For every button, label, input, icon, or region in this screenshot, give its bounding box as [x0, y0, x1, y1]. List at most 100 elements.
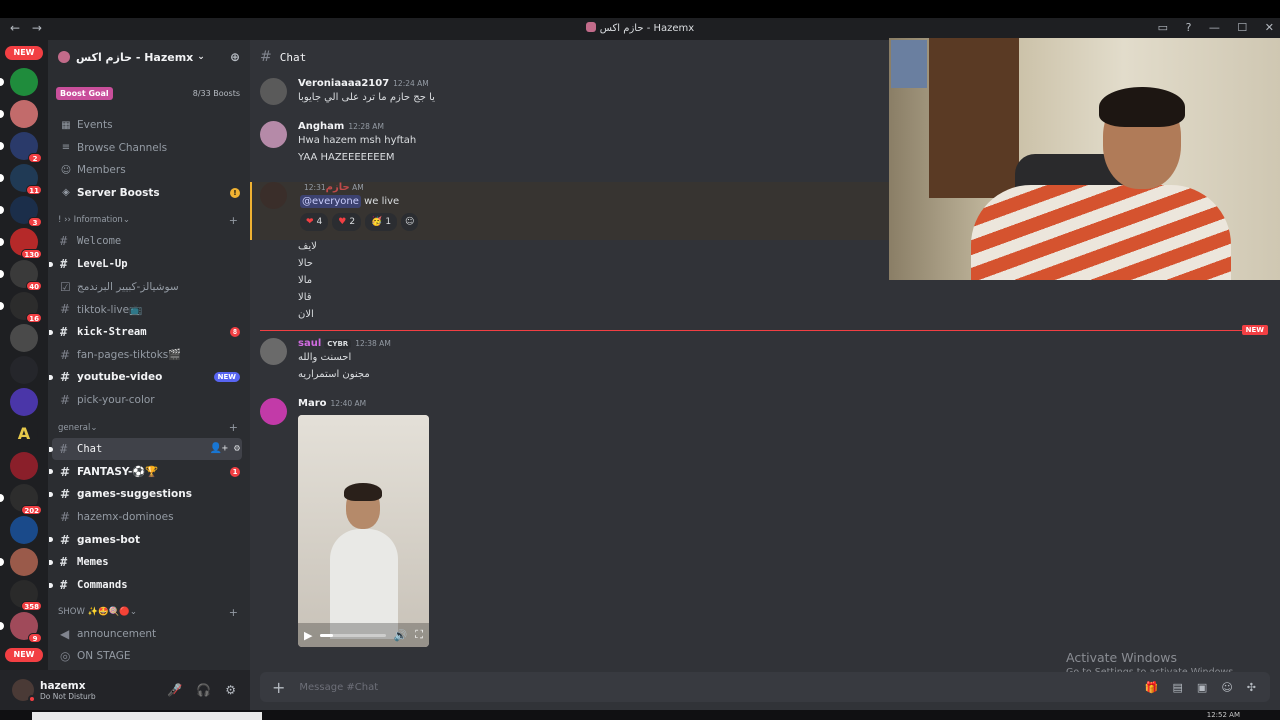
reaction-party[interactable]: 🥳 1: [365, 213, 398, 231]
add-channel-icon[interactable]: +: [229, 421, 238, 434]
channel-hazemx-dominoes[interactable]: # hazemx-dominoes: [52, 506, 242, 529]
headphones-icon[interactable]: 🎧: [196, 683, 211, 697]
channel-tiktok-live[interactable]: # tiktok-live📺: [52, 298, 242, 321]
minimize-icon[interactable]: —: [1209, 21, 1220, 34]
add-reaction-button[interactable]: ☺: [401, 213, 419, 231]
inbox-icon[interactable]: ▭: [1158, 21, 1168, 34]
video-attachment[interactable]: ▶ 🔊 ⛶: [298, 415, 429, 647]
channel-games-suggestions[interactable]: # games-suggestions: [49, 483, 242, 506]
avatar[interactable]: [260, 121, 287, 148]
video-controls: ▶ 🔊 ⛶: [298, 623, 429, 647]
channel-sidebar: حازم اكس - Hazemx ⌄ ⊕ Boost Goal 8/33 Bo…: [48, 40, 250, 670]
everyone-mention[interactable]: @everyone: [300, 195, 361, 208]
browse-channels-link[interactable]: ≡ Browse Channels: [48, 137, 250, 160]
avatar[interactable]: [260, 78, 287, 105]
server-icon[interactable]: 3: [0, 196, 42, 227]
gif-icon[interactable]: ▤: [1173, 681, 1183, 694]
channel-chat[interactable]: # Chat 👤+ ⚙: [49, 437, 242, 461]
server-boosts-link[interactable]: ◈ Server Boosts!: [48, 182, 250, 205]
server-icon[interactable]: A: [10, 420, 38, 448]
server-icon[interactable]: 16: [0, 292, 42, 323]
attach-plus-icon[interactable]: +: [272, 678, 285, 697]
mention-badge: 2: [28, 153, 42, 163]
server-icon[interactable]: [10, 324, 38, 352]
unread-pill: [0, 206, 4, 214]
avatar[interactable]: [260, 338, 287, 365]
avatar[interactable]: [260, 182, 287, 209]
role-tag[interactable]: CYBR: [324, 339, 352, 349]
channel-announcement[interactable]: ◀ announcement: [52, 622, 242, 645]
channel-fantasy[interactable]: # FANTASY-⚽🏆 1: [49, 460, 242, 483]
channel-youtube-video[interactable]: # youtube-video NEW: [49, 366, 242, 389]
add-channel-icon[interactable]: +: [229, 214, 238, 227]
channel-memes[interactable]: # Memes: [49, 551, 242, 574]
reaction-heart[interactable]: ❤ 4: [300, 213, 329, 231]
events-link[interactable]: ▦ Events: [48, 114, 250, 137]
user-panel: hazemx Do Not Disturb 🎤̸ 🎧 ⚙: [0, 670, 250, 710]
message[interactable]: saul CYBR 12:38 AM احسنت والله مجنون استمر…: [250, 338, 1280, 383]
server-icon[interactable]: 40: [0, 260, 42, 291]
server-icon[interactable]: 130: [0, 228, 42, 259]
avatar[interactable]: [12, 679, 36, 703]
server-icon[interactable]: [10, 356, 38, 384]
message[interactable]: Maro 12:40 AM: [250, 398, 1280, 425]
unread-dot: [49, 491, 53, 497]
server-icon[interactable]: 11: [0, 164, 42, 195]
volume-icon[interactable]: 🔊: [394, 629, 408, 642]
server-icon[interactable]: [10, 516, 38, 544]
play-icon[interactable]: ▶: [304, 629, 312, 642]
composer-tools: 🎁 ▤ ▣ ☺ ✣: [1145, 681, 1256, 694]
mic-muted-icon[interactable]: 🎤̸: [167, 683, 182, 697]
server-icon[interactable]: 358: [10, 580, 42, 611]
channel-title: Chat: [279, 50, 307, 64]
server-icon[interactable]: [0, 548, 38, 576]
channel-fan-pages[interactable]: # fan-pages-tiktoks🎬: [52, 343, 242, 366]
reaction-heart-outline[interactable]: ♥ 2: [332, 213, 362, 231]
server-icon[interactable]: [0, 100, 38, 128]
message-author[interactable]: Maro 12:40 AM: [298, 398, 1280, 409]
taskbar-search[interactable]: [32, 712, 262, 720]
user-info[interactable]: hazemx Do Not Disturb: [40, 680, 96, 701]
fullscreen-icon[interactable]: ⛶: [415, 628, 423, 642]
channel-welcome[interactable]: # Welcome: [52, 230, 242, 253]
settings-gear-icon[interactable]: ⚙: [225, 683, 236, 697]
channel-socials[interactable]: ☑ سوشيالز-كبيير البرندمج: [52, 275, 242, 298]
boost-goal[interactable]: Boost Goal 8/33 Boosts: [56, 82, 240, 104]
channel-games-bot[interactable]: # games-bot: [49, 528, 242, 551]
channel-commands[interactable]: # Commands: [49, 574, 242, 597]
close-icon[interactable]: ✕: [1265, 21, 1274, 34]
category-information[interactable]: ! ›› Information ⌄ +: [48, 210, 250, 230]
message-input[interactable]: Message #Chat: [299, 682, 378, 693]
party-face-icon: 🥳: [371, 217, 383, 227]
server-icon[interactable]: [0, 68, 38, 96]
channel-pick-your-color[interactable]: # pick-your-color: [52, 389, 242, 412]
sticker-icon[interactable]: ▣: [1197, 681, 1207, 694]
apps-icon[interactable]: ✣: [1247, 681, 1256, 694]
members-link[interactable]: ☺ Members: [48, 159, 250, 182]
server-header[interactable]: حازم اكس - Hazemx ⌄ ⊕: [48, 40, 250, 74]
channel-on-stage[interactable]: ◎ ON STAGE: [52, 645, 242, 668]
dnd-status-icon: [28, 695, 36, 703]
server-icon[interactable]: [10, 452, 38, 480]
server-icon[interactable]: [10, 388, 38, 416]
server-icon[interactable]: 2: [0, 132, 42, 163]
avatar[interactable]: [260, 398, 287, 425]
maximize-icon[interactable]: ☐: [1237, 21, 1247, 34]
taskbar-clock: 12:52 AM: [1206, 711, 1240, 719]
gift-icon[interactable]: 🎁: [1145, 681, 1159, 694]
server-icon[interactable]: 202: [0, 484, 42, 515]
video-progress[interactable]: [320, 633, 386, 637]
emoji-icon[interactable]: ☺: [1221, 681, 1232, 694]
mention-badge: 8: [230, 327, 240, 338]
channel-kick-stream[interactable]: # kick-Stream 8: [49, 321, 242, 344]
category-general[interactable]: general ⌄ +: [48, 418, 250, 438]
channel-level-up[interactable]: # LeveL-Up: [49, 253, 242, 276]
message-author[interactable]: saul CYBR 12:38 AM: [298, 338, 1280, 349]
channel-settings-icons[interactable]: 👤+ ⚙: [209, 443, 240, 454]
category-show[interactable]: SHOW ✨🤩🍭🔴 ⌄ +: [48, 602, 250, 622]
add-channel-icon[interactable]: +: [229, 606, 238, 619]
help-icon[interactable]: ?: [1186, 21, 1192, 34]
invite-people-icon[interactable]: ⊕: [230, 50, 240, 64]
unread-pill: [0, 174, 4, 182]
server-icon[interactable]: 9: [0, 612, 42, 643]
